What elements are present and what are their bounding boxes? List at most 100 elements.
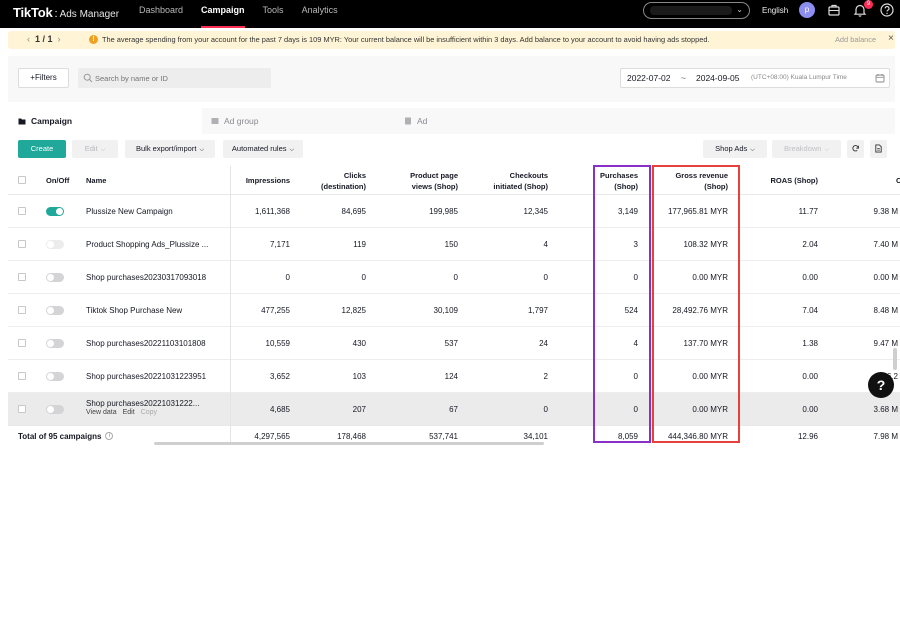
tab-campaign[interactable]: Campaign xyxy=(8,108,202,134)
header-checkouts[interactable]: Checkouts initiated (Shop) xyxy=(468,166,548,195)
search-input[interactable] xyxy=(78,68,271,88)
language-selector[interactable]: English xyxy=(762,6,788,15)
floating-help-button[interactable]: ? xyxy=(868,372,894,398)
header-product-page-views[interactable]: Product page views (Shop) xyxy=(378,166,458,195)
campaign-name[interactable]: Plussize New Campaign xyxy=(86,195,226,228)
breakdown-dropdown[interactable]: Breakdown ⌵ xyxy=(772,140,841,158)
campaign-status-toggle[interactable] xyxy=(46,273,64,282)
cell-roas: 1.38 xyxy=(802,339,818,348)
table-row[interactable]: Plussize New Campaign 1,611,368 84,695 199,… xyxy=(8,195,900,228)
header-extra[interactable]: C xyxy=(896,166,900,195)
campaign-name[interactable]: Product Shopping Ads_Plussize ... xyxy=(86,228,226,261)
close-icon[interactable]: × xyxy=(888,33,894,44)
cell-checkouts: 0 xyxy=(543,405,548,414)
row-edit-link[interactable]: Edit xyxy=(123,409,135,416)
nav-campaign[interactable]: Campaign xyxy=(192,0,254,28)
campaign-name[interactable]: Shop purchases20221031223951 xyxy=(86,360,226,393)
total-revenue: 444,346.80 MYR xyxy=(667,431,728,441)
help-circle-icon[interactable] xyxy=(879,2,895,18)
cell-clicks: 430 xyxy=(352,339,366,348)
chevron-left-icon[interactable]: ‹ xyxy=(27,34,30,44)
nav-analytics[interactable]: Analytics xyxy=(293,0,347,28)
row-checkbox[interactable] xyxy=(18,405,26,413)
horizontal-scrollbar[interactable] xyxy=(154,442,544,445)
header-ppv-l1: Product page xyxy=(410,170,458,180)
briefcase-icon[interactable] xyxy=(826,2,842,18)
tab-ad[interactable]: Ad xyxy=(405,108,427,134)
automated-rules-button[interactable]: Automated rules ⌵ xyxy=(223,140,303,158)
bulk-export-import-button[interactable]: Bulk export/import ⌵ xyxy=(125,140,215,158)
refresh-button[interactable] xyxy=(847,140,864,158)
header-impressions[interactable]: Impressions xyxy=(230,166,290,195)
banner-page: 1 / 1 xyxy=(35,34,53,44)
campaign-status-toggle[interactable] xyxy=(46,372,64,381)
cell-impressions: 0 xyxy=(285,273,290,282)
header-clicks-l1: Clicks xyxy=(343,170,366,180)
table-row[interactable]: Product Shopping Ads_Plussize ... 7,171 11… xyxy=(8,228,900,261)
date-range-picker[interactable]: 2022-07-02 ~ 2024-09-05 (UTC+08:00) Kual… xyxy=(620,68,890,88)
row-checkbox[interactable] xyxy=(18,273,26,281)
row-checkbox[interactable] xyxy=(18,240,26,248)
row-copy-link[interactable]: Copy xyxy=(141,409,157,416)
cell-roas: 2.04 xyxy=(802,240,818,249)
cell-extra: 0.00 M xyxy=(873,273,898,282)
campaign-status-toggle[interactable] xyxy=(46,240,64,249)
vertical-scrollbar[interactable] xyxy=(893,348,897,370)
filters-button[interactable]: +Filters xyxy=(18,68,69,88)
info-icon[interactable]: i xyxy=(105,432,114,440)
account-selector[interactable]: ⌄ xyxy=(643,2,750,19)
cell-extra: 9.38 M xyxy=(873,207,898,216)
campaign-name[interactable]: Shop purchases20221103101808 xyxy=(86,327,226,360)
campaign-status-toggle[interactable] xyxy=(46,339,64,348)
nav-dashboard[interactable]: Dashboard xyxy=(130,0,192,28)
cell-revenue: 28,492.76 MYR xyxy=(672,306,728,315)
nav-tools[interactable]: Tools xyxy=(254,0,293,28)
cell-extra: 8.48 M xyxy=(873,306,898,315)
cell-roas: 0.00 xyxy=(802,273,818,282)
row-checkbox[interactable] xyxy=(18,339,26,347)
select-all-checkbox[interactable] xyxy=(18,176,26,184)
campaign-status-toggle[interactable] xyxy=(46,405,64,414)
logo[interactable]: TikTok : Ads Manager xyxy=(13,5,119,20)
logo-separator: : xyxy=(54,8,58,20)
campaign-name[interactable]: Tiktok Shop Purchase New xyxy=(86,294,226,327)
notification-badge: 9 xyxy=(864,0,873,9)
campaign-name[interactable]: Shop purchases20230317093018 xyxy=(86,261,226,294)
table-row[interactable]: Shop purchases20221103101808 10,559 430 537… xyxy=(8,327,900,360)
campaign-status-toggle[interactable] xyxy=(46,306,64,315)
table-row[interactable]: Shop purchases20230317093018 0 0 0 0 0 0.00 MY… xyxy=(8,261,900,294)
row-checkbox[interactable] xyxy=(18,306,26,314)
table-row[interactable]: Shop purchases20221031222... 4,685 207 67 0 0… xyxy=(8,393,900,426)
tab-ad-group[interactable]: Ad group xyxy=(211,108,259,134)
avatar[interactable]: p xyxy=(799,2,815,18)
banner-message: The average spending from your account f… xyxy=(102,35,710,44)
cell-roas: 0.00 xyxy=(802,405,818,414)
header-roas[interactable]: ROAS (Shop) xyxy=(748,166,819,195)
chevron-down-icon: ⌵ xyxy=(750,147,755,153)
header-onoff[interactable]: On/Off xyxy=(46,166,86,195)
shop-ads-dropdown[interactable]: Shop Ads ⌵ xyxy=(703,140,767,158)
cell-ppv: 67 xyxy=(449,405,458,414)
export-button[interactable] xyxy=(870,140,887,158)
row-view-data-link[interactable]: View data xyxy=(86,409,117,416)
edit-button[interactable]: Edit ⌵ xyxy=(72,140,118,158)
cell-clicks: 119 xyxy=(353,240,366,249)
chevron-right-icon[interactable]: › xyxy=(58,34,61,44)
header-gross-revenue[interactable]: Gross revenue (Shop) xyxy=(648,166,728,195)
header-clicks[interactable]: Clicks (destination) xyxy=(296,166,366,195)
campaign-status-toggle[interactable] xyxy=(46,207,64,216)
total-label-wrap: Total of 95 campaigns i xyxy=(18,426,114,445)
header-purchases-l2: (Shop) xyxy=(614,181,638,191)
cell-revenue: 0.00 MYR xyxy=(692,273,728,282)
row-checkbox[interactable] xyxy=(18,207,26,215)
cell-impressions: 1,611,368 xyxy=(255,207,290,216)
row-checkbox[interactable] xyxy=(18,372,26,380)
create-button[interactable]: Create xyxy=(18,140,66,158)
logo-text: TikTok xyxy=(13,5,53,20)
add-balance-link[interactable]: Add balance xyxy=(835,35,876,44)
table-row[interactable]: Shop purchases20221031223951 3,652 103 124 2… xyxy=(8,360,900,393)
header-name[interactable]: Name xyxy=(86,166,226,195)
header-purchases[interactable]: Purchases (Shop) xyxy=(583,166,638,195)
table-row[interactable]: Tiktok Shop Purchase New 477,255 12,825 30,… xyxy=(8,294,900,327)
timezone-label: (UTC+08:00) Kuala Lumpur Time xyxy=(751,74,847,81)
